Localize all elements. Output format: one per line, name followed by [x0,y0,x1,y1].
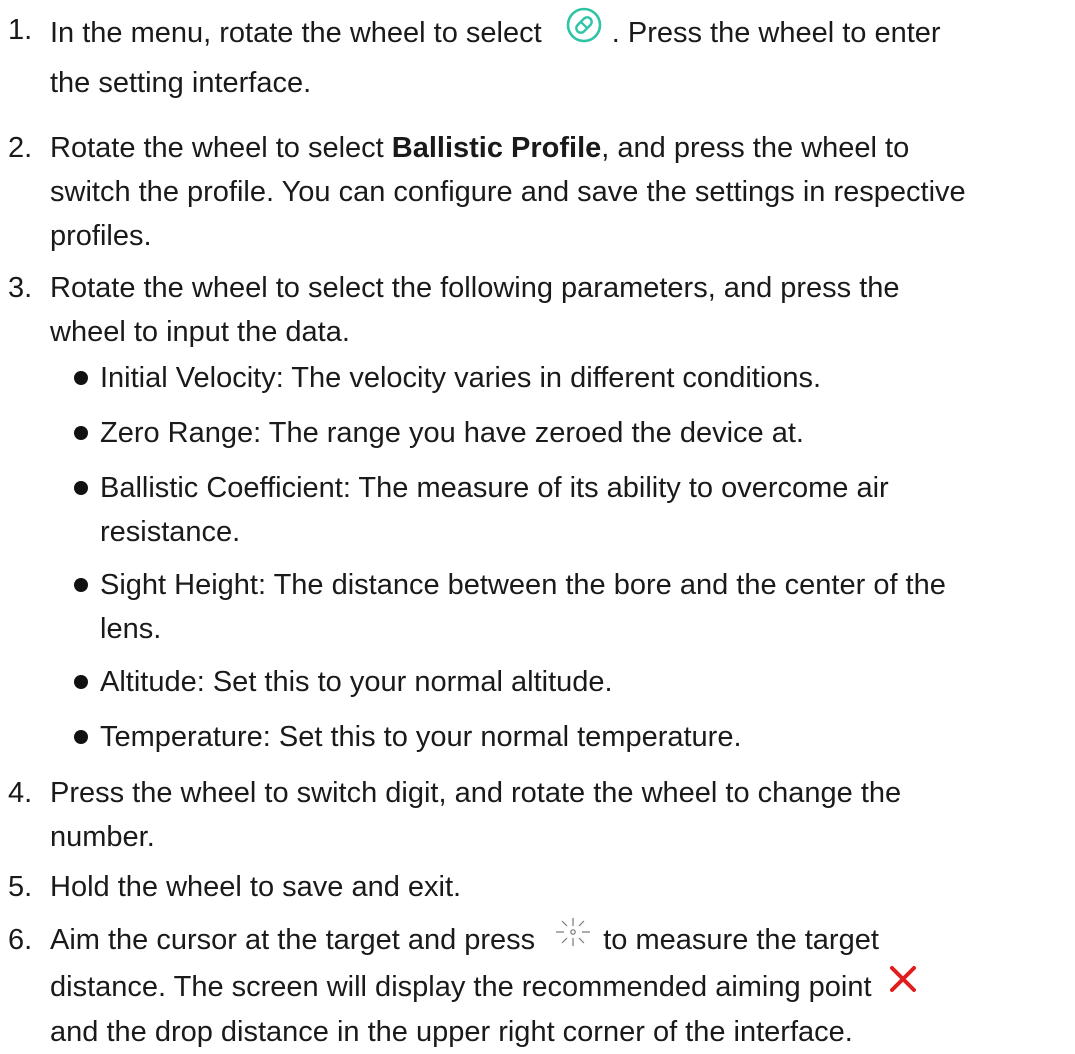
step-number: 5. [8,871,33,903]
step-text: to measure the target [603,924,879,957]
ballistic-profile-term: Ballistic Profile [391,132,602,164]
parameter-item-sight-height: Sight Height: The distance between the b… [0,563,1060,651]
step-number: 3. [8,272,33,304]
step-line: number. [50,821,155,853]
parameter-text: Altitude: Set this to your normal altitu… [100,666,613,698]
step-1: 1. In the menu, rotate the wheel to sele… [0,5,1060,105]
step-text: . Press the wheel to enter [611,17,941,50]
parameter-item-temperature: Temperature: Set this to your normal tem… [0,715,1060,759]
aiming-point-x-icon [888,963,918,1007]
laser-ranging-icon [553,915,593,962]
step-line: Press the wheel to switch digit, and rot… [50,777,902,809]
ballistic-settings-icon [564,5,604,58]
step-text: distance. The screen will display the re… [50,971,872,1003]
step-number: 2. [8,132,33,164]
bullet-dot [74,730,88,744]
step-text: Rotate the wheel to select [50,132,384,164]
step-line: the setting interface. [50,67,312,99]
instruction-page: 1. In the menu, rotate the wheel to sele… [0,0,1075,1048]
step-3: 3. Rotate the wheel to select the follow… [0,266,1060,354]
step-text: Aim the cursor at the target and press [50,924,536,957]
step-6: 6. Aim the cursor at the target and pres… [0,918,1060,1054]
step-text: In the menu, rotate the wheel to select [50,17,542,50]
step-5: 5. Hold the wheel to save and exit. [0,865,1060,909]
parameter-text: Zero Range: The range you have zeroed th… [100,417,804,449]
step-2: 2. Rotate the wheel to select Ballistic … [0,126,1060,258]
parameter-item-ballistic-coefficient: Ballistic Coefficient: The measure of it… [0,466,1060,554]
parameter-text: Temperature: Set this to your normal tem… [100,721,742,753]
bullet-dot [74,371,88,385]
parameter-text: Initial Velocity: The velocity varies in… [100,362,822,394]
step-number: 4. [8,777,33,809]
step-4: 4. Press the wheel to switch digit, and … [0,771,1060,859]
step-line: Rotate the wheel to select Ballistic Pro… [50,126,1060,170]
parameter-text: resistance. [100,516,241,548]
bullet-dot [74,675,88,689]
step-number: 1. [8,14,33,46]
step-line: Rotate the wheel to select the following… [50,272,900,304]
step-line: distance. The screen will display the re… [50,965,1060,1010]
step-line: Hold the wheel to save and exit. [50,871,462,903]
parameter-item-altitude: Altitude: Set this to your normal altitu… [0,660,1060,704]
parameter-item-zero-range: Zero Range: The range you have zeroed th… [0,411,1060,455]
bullet-dot [74,426,88,440]
step-text: , and press the wheel to [601,132,910,164]
parameter-text: Sight Height: The distance between the b… [100,569,946,601]
bullet-dot [74,481,88,495]
step-line: and the drop distance in the upper right… [50,1016,853,1049]
step-line: Aim the cursor at the target and press t… [50,918,1060,965]
step-line: In the menu, rotate the wheel to select … [50,5,1060,61]
step-line: wheel to input the data. [50,316,350,348]
step-line: profiles. [50,220,152,252]
step-number: 6. [8,924,33,956]
bullet-dot [74,578,88,592]
parameter-text: lens. [100,613,162,645]
parameter-text: Ballistic Coefficient: The measure of it… [100,472,889,504]
step-line: switch the profile. You can configure an… [50,176,966,208]
parameter-item-initial-velocity: Initial Velocity: The velocity varies in… [0,356,1060,400]
